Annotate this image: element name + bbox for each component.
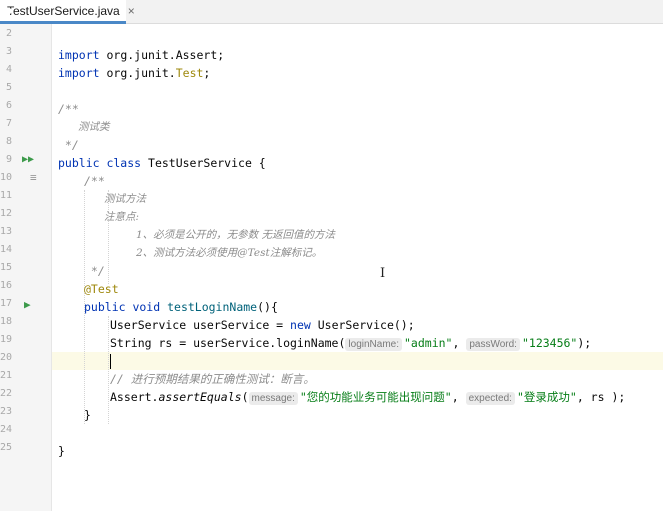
code-line-23: } <box>84 408 91 422</box>
fold-icon[interactable]: ≡ <box>30 171 37 184</box>
code-editor[interactable]: import org.junit.Assert; import org.juni… <box>52 24 663 511</box>
line-number: 15 <box>0 262 13 273</box>
line-number: 9 <box>5 154 12 165</box>
line-number: 14 <box>0 244 13 255</box>
code-line-13: 1、必须是公开的，无参数 无返回值的方法 <box>136 229 336 241</box>
line-number: 20 <box>0 352 13 363</box>
indent-guide <box>108 316 109 424</box>
param-hint: message: <box>248 392 298 405</box>
line-number: 21 <box>0 370 13 381</box>
code-line-14: 2、测试方法必须使用@Test注解标记。 <box>136 247 323 259</box>
line-number: 11 <box>0 190 13 201</box>
line-number: 2 <box>5 28 12 39</box>
line-number: 17 <box>0 298 13 309</box>
code-line-17: public void testLoginName(){ <box>84 300 278 314</box>
line-number: 10 <box>0 172 13 183</box>
code-line-8: */ <box>58 138 79 152</box>
line-number: 7 <box>5 118 12 129</box>
line-number: 16 <box>0 280 13 291</box>
code-line-10: /** <box>84 174 105 188</box>
line-number: 8 <box>5 136 12 147</box>
line-number: 12 <box>0 208 13 219</box>
code-line-15: */ <box>84 264 105 278</box>
line-number: 13 <box>0 226 13 237</box>
close-icon[interactable]: × <box>128 4 135 18</box>
code-line-4: import org.junit.Test; <box>58 66 211 80</box>
code-line-6: /** <box>58 102 79 116</box>
tab-title: TestUserService.java <box>7 3 120 18</box>
line-number: 6 <box>5 100 12 111</box>
code-line-12: 注意点: <box>104 211 140 223</box>
code-line-11: 测试方法 <box>104 193 146 205</box>
line-number: 3 <box>5 46 12 57</box>
code-line-7: 测试类 <box>78 121 110 133</box>
line-number: 5 <box>5 82 12 93</box>
editor-tab-bar: TestUserService.java × <box>0 0 663 24</box>
param-hint: expected: <box>465 392 515 405</box>
line-number: 4 <box>5 64 12 75</box>
line-number: 18 <box>0 316 13 327</box>
line-number: 24 <box>0 424 13 435</box>
text-caret <box>110 354 111 369</box>
code-line-16: @Test <box>84 282 119 296</box>
code-line-18: UserService userService = new UserServic… <box>110 318 415 332</box>
code-line-3: import org.junit.Assert; <box>58 48 225 62</box>
param-hint: loginName: <box>345 338 402 351</box>
param-hint: passWord: <box>466 338 520 351</box>
code-line-19: String rs = userService.loginName(loginN… <box>110 336 592 351</box>
run-all-icon[interactable]: ▶▶ <box>22 154 34 165</box>
line-number: 19 <box>0 334 13 345</box>
tab-testuserservice[interactable]: TestUserService.java × <box>0 0 135 24</box>
line-number: 23 <box>0 406 13 417</box>
code-line-22: Assert.assertEquals(message: "您的功能业务可能出现问… <box>110 390 626 405</box>
code-line-21: // 进行预期结果的正确性测试：断言。 <box>110 372 315 386</box>
code-line-9: public class TestUserService { <box>58 156 266 170</box>
line-number: 22 <box>0 388 13 399</box>
line-number: 25 <box>0 442 13 453</box>
code-line-25: } <box>58 444 65 458</box>
run-icon[interactable]: ▶ <box>24 298 31 311</box>
mouse-ibeam-cursor: I <box>380 266 386 281</box>
